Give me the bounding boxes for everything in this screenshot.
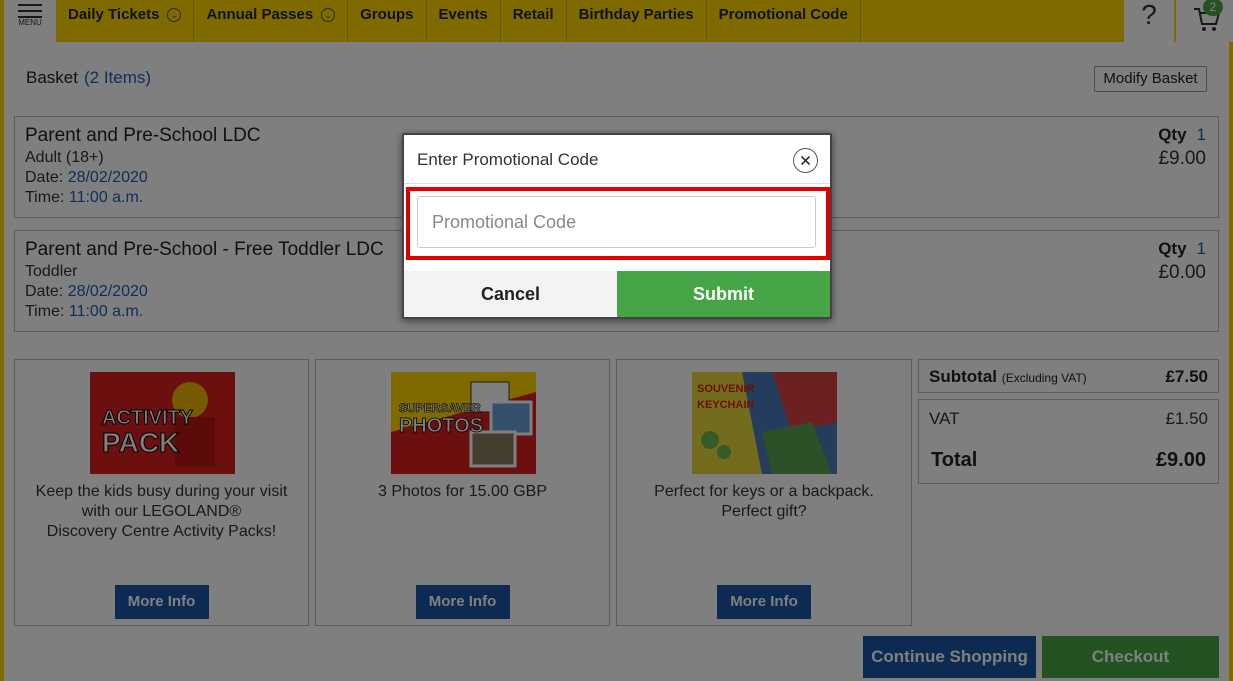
promo-code-dialog: Enter Promotional Code Cancel Submit [402,133,832,319]
dialog-divider [404,183,830,184]
close-icon[interactable] [793,148,818,173]
submit-button[interactable]: Submit [617,271,830,317]
dialog-title: Enter Promotional Code [417,150,599,169]
cancel-button[interactable]: Cancel [404,271,617,317]
input-highlight-frame [406,187,830,260]
modal-backdrop[interactable] [0,0,1233,681]
